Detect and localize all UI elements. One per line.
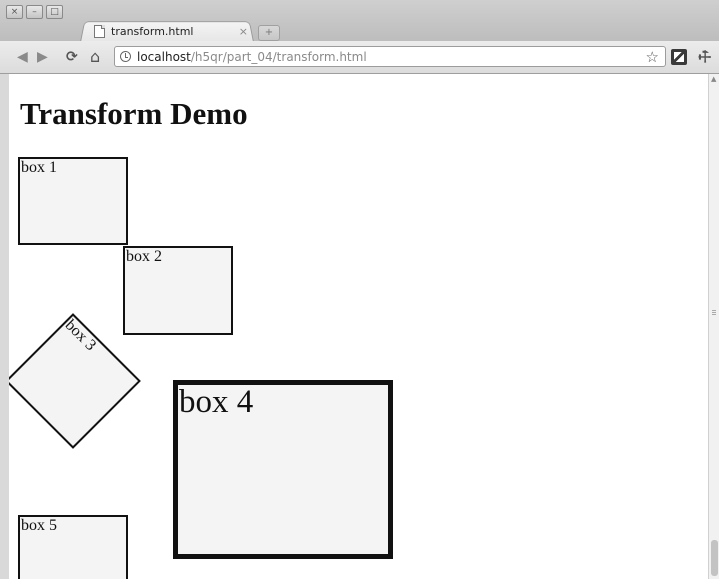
browser-tab-content[interactable]: transform.html ×	[90, 21, 252, 41]
home-button[interactable]: ⌂	[90, 49, 100, 65]
back-button[interactable]: ◀	[17, 49, 28, 65]
window-maximize-button[interactable]: □	[46, 5, 63, 19]
address-bar[interactable]: localhost/h5qr/part_04/transform.html ☆	[114, 46, 666, 67]
url-text: localhost/h5qr/part_04/transform.html	[137, 50, 367, 64]
window-titlebar: × – □ transform.html × +	[0, 0, 719, 42]
window-minimize-button[interactable]: –	[26, 5, 43, 19]
page-title: Transform Demo	[20, 96, 248, 131]
extension-icon[interactable]	[671, 49, 687, 65]
scrollbar-thumb[interactable]	[711, 540, 718, 576]
new-tab-button[interactable]: +	[258, 25, 280, 41]
tab-close-button[interactable]: ×	[239, 25, 248, 38]
browser-toolbar: ◀ ▶ ⟳ ⌂ localhost/h5qr/part_04/transform…	[0, 41, 719, 74]
forward-button[interactable]: ▶	[37, 49, 48, 65]
window-close-button[interactable]: ×	[6, 5, 23, 19]
bookmark-star-icon[interactable]: ☆	[646, 48, 659, 66]
box-3: box 3	[9, 313, 141, 449]
tab-title: transform.html	[111, 24, 194, 38]
box-4: box 4	[173, 380, 393, 559]
scrollbar-grip	[712, 310, 716, 311]
box-5: box 5	[18, 515, 128, 579]
page-info-icon[interactable]	[120, 51, 131, 62]
url-path: /h5qr/part_04/transform.html	[190, 50, 367, 64]
page-viewport: Transform Demo box 1 box 2 box 3 box 4 b…	[9, 74, 708, 579]
reload-button[interactable]: ⟳	[66, 49, 78, 65]
box-1: box 1	[18, 157, 128, 245]
url-host: localhost	[137, 50, 191, 64]
window-controls: × – □	[6, 5, 63, 19]
vertical-scrollbar[interactable]: ▲	[708, 74, 719, 579]
wrench-menu-icon[interactable]: ⚒	[694, 46, 716, 68]
scroll-up-arrow-icon[interactable]: ▲	[711, 75, 716, 83]
document-icon	[94, 24, 105, 38]
box-2: box 2	[123, 246, 233, 335]
